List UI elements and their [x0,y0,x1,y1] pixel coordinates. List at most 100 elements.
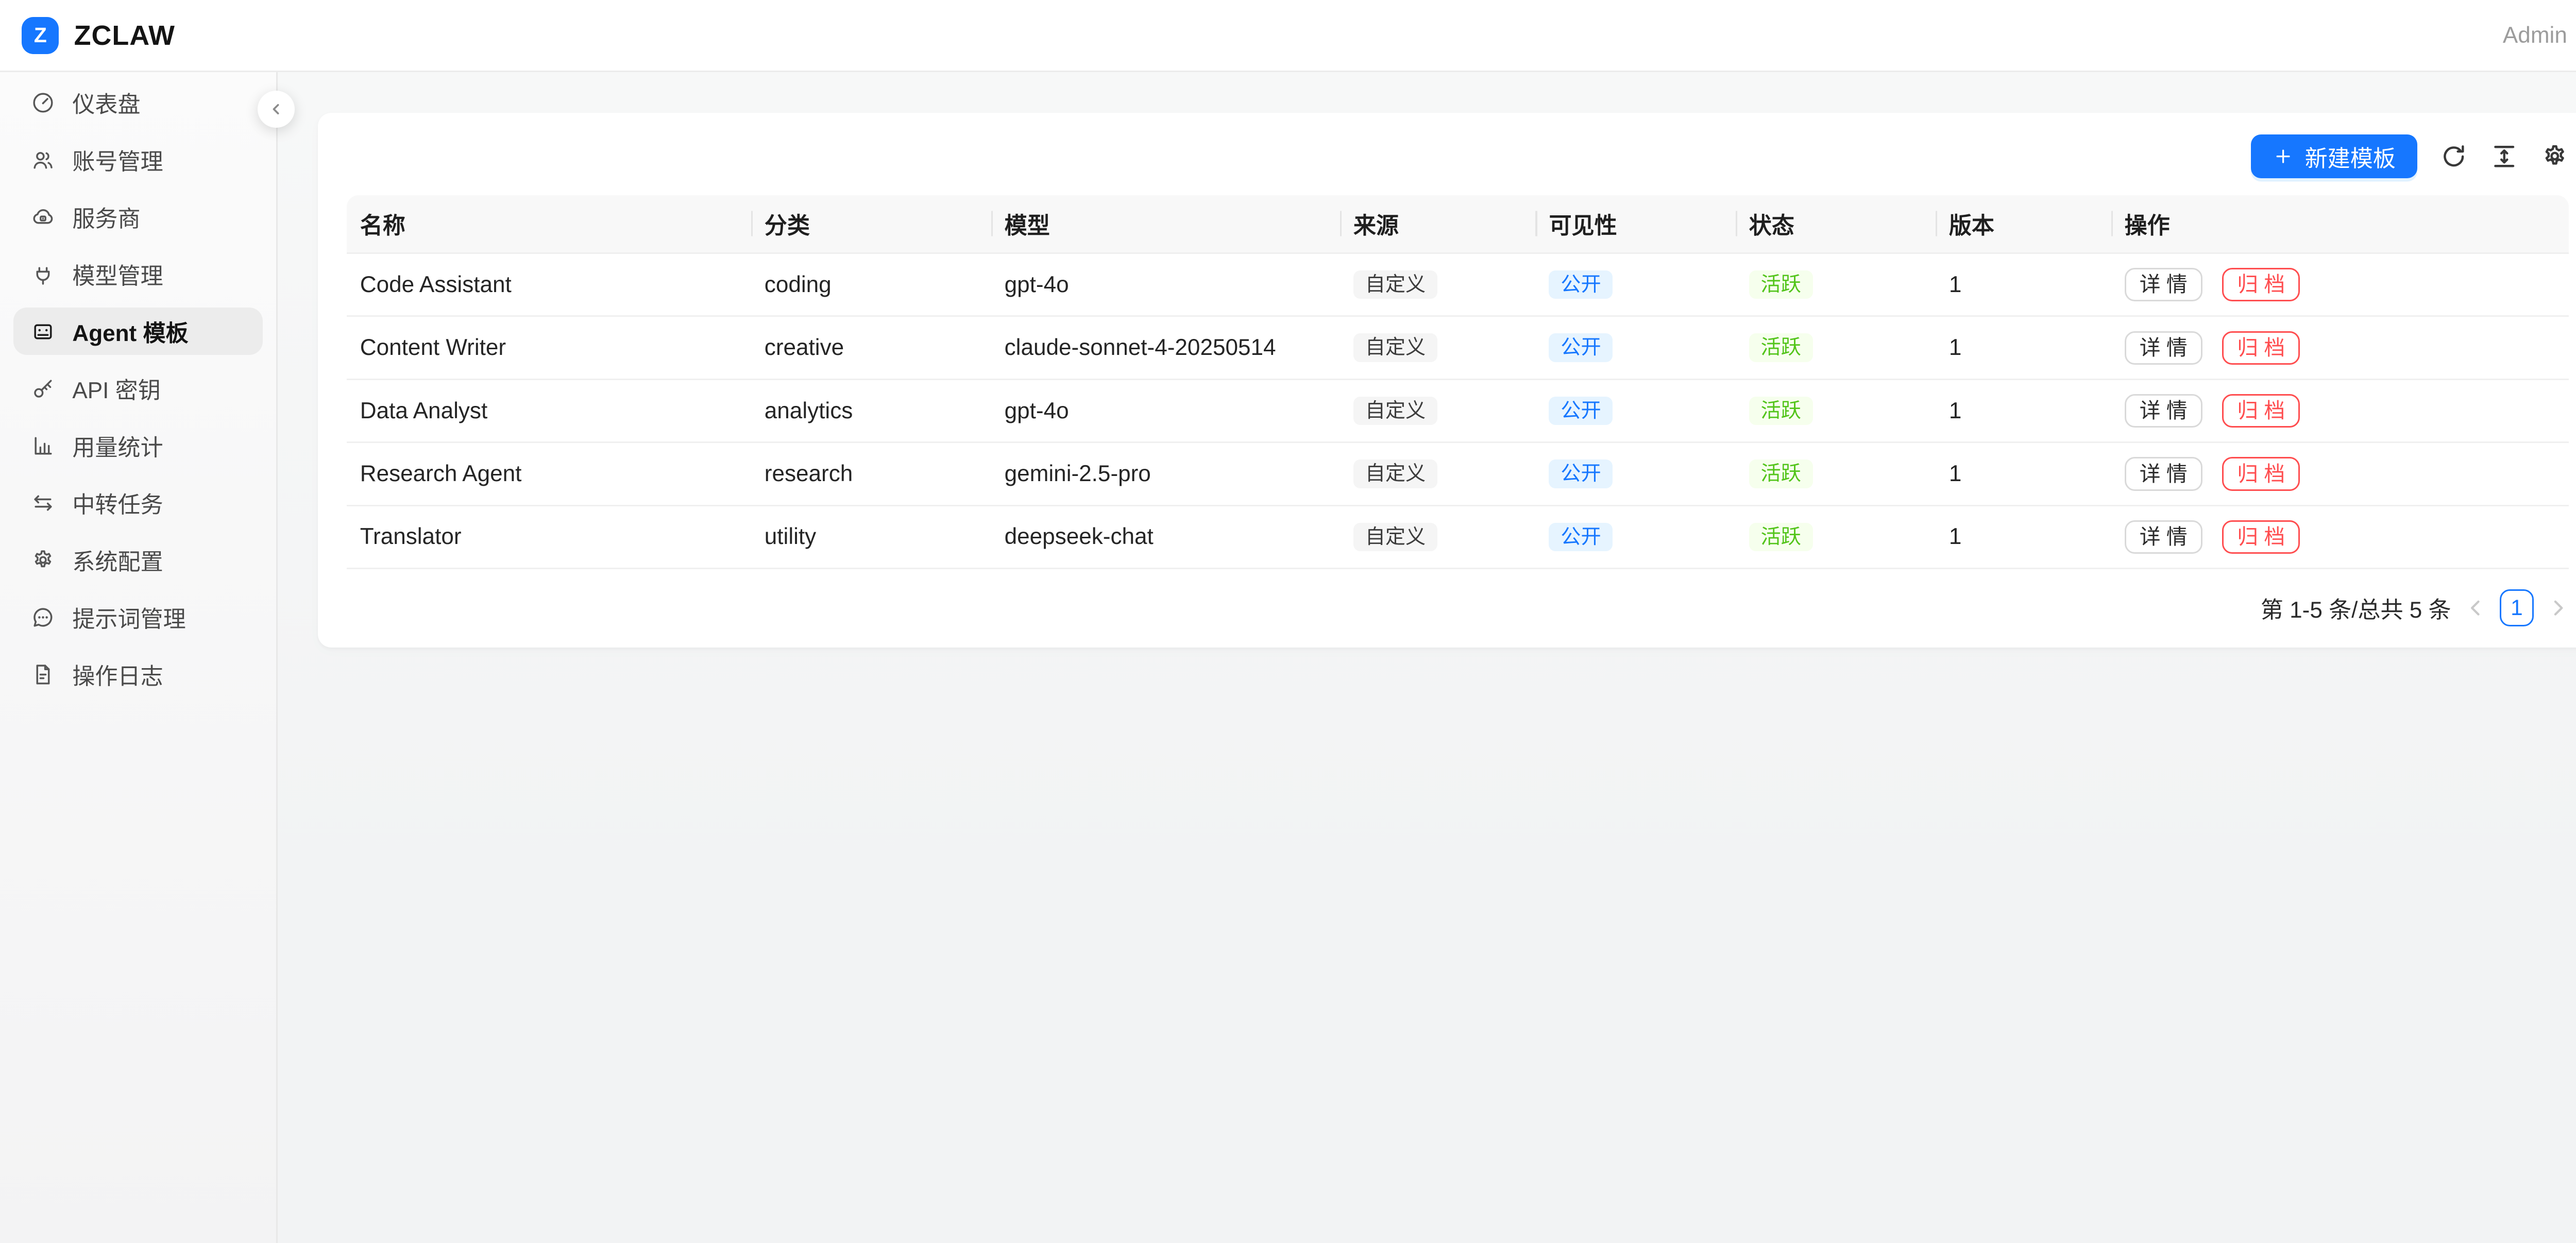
cell-status: 活跃 [1736,459,1936,488]
template-version: 1 [1949,335,1962,360]
visibility-tag: 公开 [1549,397,1613,425]
detail-button[interactable]: 详 情 [2125,520,2202,554]
cell-name: Research Agent [347,461,751,487]
next-page-button[interactable] [2547,597,2569,619]
sidebar-item-label: 模型管理 [72,258,163,291]
cell-model: deepseek-chat [991,524,1340,550]
cell-source: 自定义 [1340,397,1536,425]
archive-button[interactable]: 归 档 [2222,331,2300,365]
sidebar-item-label: 用量统计 [72,429,163,462]
cell-model: claude-sonnet-4-20250514 [991,335,1340,361]
logo-badge: Z [22,17,59,54]
settings-icon[interactable] [2540,142,2569,171]
sidebar-item-prompts[interactable]: 提示词管理 [13,593,263,640]
cloud-icon [30,205,56,230]
sidebar-item-api-keys[interactable]: API 密钥 [13,365,263,412]
file-icon [30,662,56,687]
template-model: gpt-4o [1005,272,1069,297]
cell-version: 1 [1936,335,2111,361]
visibility-tag: 公开 [1549,523,1613,552]
sidebar-collapse-button[interactable] [258,91,295,128]
table-header-row: 名称 分类 模型 来源 可见性 状态 版本 操作 [347,195,2569,254]
pagination-total: 第 1-5 条/总共 5 条 [2261,591,2451,624]
pagination: 第 1-5 条/总共 5 条 1 [347,569,2569,646]
cell-name: Code Assistant [347,272,751,298]
cell-source: 自定义 [1340,270,1536,299]
main-content: 新建模板 名称 分类 模型 [278,72,2576,1243]
prev-page-button[interactable] [2465,597,2486,619]
detail-button[interactable]: 详 情 [2125,457,2202,490]
archive-button[interactable]: 归 档 [2222,394,2300,428]
column-height-icon[interactable] [2490,142,2519,171]
sidebar-item-agent-templates[interactable]: Agent 模板 [13,308,263,354]
plus-icon [2273,146,2293,166]
cell-source: 自定义 [1340,523,1536,552]
new-template-button[interactable]: 新建模板 [2251,134,2417,178]
cell-visibility: 公开 [1535,270,1735,299]
sidebar-item-providers[interactable]: 服务商 [13,193,263,240]
cell-category: utility [751,524,991,550]
cell-category: creative [751,335,991,361]
sidebar-item-label: 中转任务 [72,486,163,519]
template-model: deepseek-chat [1005,524,1154,549]
chevron-left-icon [267,100,285,118]
sidebar-item-label: Agent 模板 [72,315,188,348]
archive-button[interactable]: 归 档 [2222,457,2300,490]
reload-icon[interactable] [2439,142,2468,171]
users-icon [30,147,56,173]
source-tag: 自定义 [1353,523,1437,552]
sidebar-item-system-config[interactable]: 系统配置 [13,536,263,583]
cell-actions: 详 情 归 档 [2111,394,2569,428]
template-version: 1 [1949,398,1962,423]
cell-category: coding [751,272,991,298]
user-menu[interactable]: Admin [2503,23,2567,48]
visibility-tag: 公开 [1549,270,1613,299]
sidebar-item-usage-stats[interactable]: 用量统计 [13,422,263,469]
table-toolbar: 新建模板 [347,134,2569,178]
template-name: Content Writer [360,335,506,360]
detail-button[interactable]: 详 情 [2125,394,2202,428]
detail-button[interactable]: 详 情 [2125,268,2202,301]
sidebar: 仪表盘 账号管理 服务商 [0,72,278,1243]
cell-name: Data Analyst [347,398,751,424]
shell: 仪表盘 账号管理 服务商 [0,72,2576,1243]
table-row: Code Assistant coding gpt-4o 自定义 公开 活跃 1… [347,254,2569,317]
plug-icon [30,262,56,287]
sidebar-item-models[interactable]: 模型管理 [13,250,263,297]
sidebar-item-accounts[interactable]: 账号管理 [13,136,263,183]
app: Z ZCLAW Admin 仪表盘 账号管理 [0,0,2576,1243]
cell-status: 活跃 [1736,333,1936,362]
cell-visibility: 公开 [1535,523,1735,552]
detail-button[interactable]: 详 情 [2125,331,2202,365]
page-1-button[interactable]: 1 [2500,589,2533,626]
archive-button[interactable]: 归 档 [2222,268,2300,301]
cell-category: analytics [751,398,991,424]
template-version: 1 [1949,524,1962,549]
template-version: 1 [1949,272,1962,297]
templates-card: 新建模板 名称 分类 模型 [318,113,2576,648]
sidebar-item-dashboard[interactable]: 仪表盘 [13,79,263,126]
status-tag: 活跃 [1749,333,1813,362]
cell-status: 活跃 [1736,397,1936,425]
column-header-version: 版本 [1936,207,2111,240]
sidebar-item-relay-tasks[interactable]: 中转任务 [13,479,263,526]
archive-button[interactable]: 归 档 [2222,520,2300,554]
table-row: Content Writer creative claude-sonnet-4-… [347,317,2569,380]
cell-source: 自定义 [1340,459,1536,488]
brand: Z ZCLAW [22,17,175,54]
source-tag: 自定义 [1353,333,1437,362]
table-row: Research Agent research gemini-2.5-pro 自… [347,443,2569,506]
status-tag: 活跃 [1749,270,1813,299]
template-category: research [765,461,853,486]
status-tag: 活跃 [1749,397,1813,425]
column-header-status: 状态 [1736,207,1936,240]
column-header-visibility: 可见性 [1535,207,1735,240]
gauge-icon [30,90,56,115]
template-model: gemini-2.5-pro [1005,461,1151,486]
sidebar-item-label: 服务商 [72,200,140,233]
gear-icon [30,548,56,573]
visibility-tag: 公开 [1549,459,1613,488]
cell-status: 活跃 [1736,523,1936,552]
sidebar-item-operation-logs[interactable]: 操作日志 [13,651,263,697]
cell-version: 1 [1936,272,2111,298]
